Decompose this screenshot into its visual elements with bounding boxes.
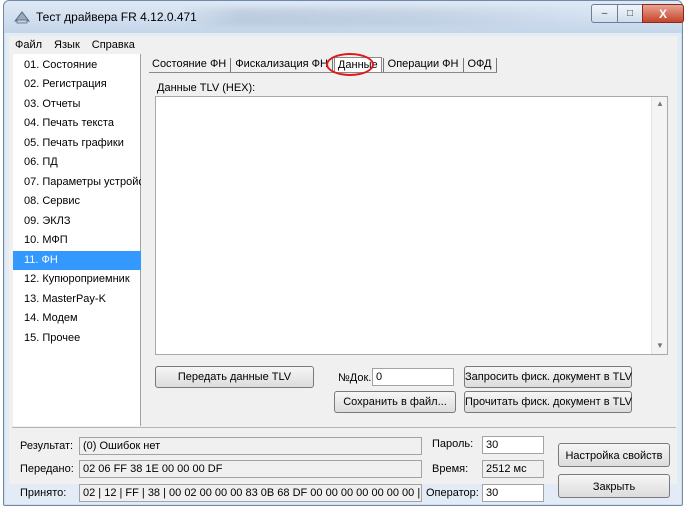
time-label: Время: xyxy=(432,463,469,475)
sidebar-item-reports[interactable]: 03. Отчеты xyxy=(13,95,141,114)
tab-fn-fiscalization[interactable]: Фискализация ФН xyxy=(232,57,331,73)
sidebar-item-other[interactable]: 15. Прочее xyxy=(13,329,141,348)
operator-label: Оператор: xyxy=(426,487,479,499)
tlv-label: Данные TLV (HEX): xyxy=(157,82,256,94)
scroll-up-icon[interactable]: ▲ xyxy=(652,99,668,108)
title-bar-blur xyxy=(180,8,580,26)
sidebar-item-bill-acceptor[interactable]: 12. Купюроприемник xyxy=(13,270,141,289)
operator-input[interactable]: 30 xyxy=(482,484,544,502)
tab-separator xyxy=(495,58,497,72)
sidebar-list[interactable]: 01. Состояние 02. Регистрация 03. Отчеты… xyxy=(13,54,141,426)
scroll-down-icon[interactable]: ▼ xyxy=(652,341,668,350)
menu-file[interactable]: Файл xyxy=(9,39,48,51)
sidebar-item-print-graphics[interactable]: 05. Печать графики xyxy=(13,134,141,153)
tab-underline xyxy=(149,72,497,73)
result-label: Результат: xyxy=(20,440,74,452)
sidebar-item-pd[interactable]: 06. ПД xyxy=(13,153,141,172)
save-to-file-button[interactable]: Сохранить в файл... xyxy=(334,391,456,413)
settings-button[interactable]: Настройка свойств xyxy=(558,443,670,467)
menu-bar: Файл Язык Справка xyxy=(9,36,677,54)
send-tlv-button[interactable]: Передать данные TLV xyxy=(155,366,314,388)
app-icon xyxy=(14,11,30,24)
highlight-circle-annotation xyxy=(326,53,374,76)
sidebar-item-eklz[interactable]: 09. ЭКЛЗ xyxy=(13,212,141,231)
sidebar-item-status[interactable]: 01. Состояние xyxy=(13,56,141,75)
close-icon: X xyxy=(658,6,667,21)
sidebar-item-fn[interactable]: 11. ФН xyxy=(13,251,141,270)
sidebar-item-mfp[interactable]: 10. МФП xyxy=(13,231,141,250)
received-field: 02 | 12 | FF | 38 | 00 02 00 00 00 83 0B… xyxy=(79,484,422,502)
received-label: Принято: xyxy=(20,487,67,499)
window-title: Тест драйвера FR 4.12.0.471 xyxy=(36,10,197,24)
doc-number-input[interactable]: 0 xyxy=(372,368,454,386)
read-fiscal-doc-button[interactable]: Прочитать фиск. документ в TLV xyxy=(464,391,632,413)
password-input[interactable]: 30 xyxy=(482,436,544,454)
maximize-button[interactable]: □ xyxy=(617,4,643,23)
tab-fn-status[interactable]: Состояние ФН xyxy=(149,57,229,73)
tab-bar: Состояние ФН Фискализация ФН Данные Опер… xyxy=(149,57,498,73)
close-window-button[interactable]: X xyxy=(642,4,684,23)
sidebar-item-print-text[interactable]: 04. Печать текста xyxy=(13,114,141,133)
menu-language[interactable]: Язык xyxy=(48,39,86,51)
minimize-button[interactable]: – xyxy=(591,4,618,23)
result-field: (0) Ошибок нет xyxy=(79,437,422,455)
tab-separator xyxy=(382,58,384,72)
sidebar-item-masterpay[interactable]: 13. MasterPay-K xyxy=(13,290,141,309)
password-label: Пароль: xyxy=(432,438,474,450)
tab-ofd[interactable]: ОФД xyxy=(465,57,495,73)
sidebar-item-registration[interactable]: 02. Регистрация xyxy=(13,75,141,94)
menu-help[interactable]: Справка xyxy=(86,39,141,51)
sent-field: 02 06 FF 38 1E 00 00 00 DF xyxy=(79,460,422,478)
tab-fn-operations[interactable]: Операции ФН xyxy=(385,57,462,73)
sidebar-item-device-params[interactable]: 07. Параметры устройства xyxy=(13,173,141,192)
tlv-scrollbar[interactable]: ▲ ▼ xyxy=(651,97,667,354)
minimize-icon: – xyxy=(601,8,608,19)
request-fiscal-doc-button[interactable]: Запросить фиск. документ в TLV xyxy=(464,366,632,388)
close-button[interactable]: Закрыть xyxy=(558,474,670,498)
doc-number-label: №Док. xyxy=(338,372,372,384)
maximize-icon: □ xyxy=(626,8,634,19)
tab-separator xyxy=(230,58,232,72)
tlv-textarea[interactable] xyxy=(155,96,668,355)
sidebar-item-service[interactable]: 08. Сервис xyxy=(13,192,141,211)
time-field: 2512 мс xyxy=(482,460,544,478)
sent-label: Передано: xyxy=(20,463,74,475)
sidebar-item-modem[interactable]: 14. Модем xyxy=(13,309,141,328)
tab-separator xyxy=(462,58,464,72)
